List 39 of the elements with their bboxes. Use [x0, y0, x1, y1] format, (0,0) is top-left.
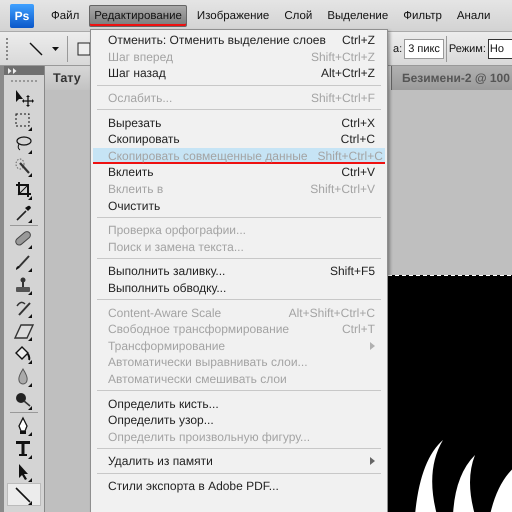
menu-item[interactable]: Выполнить обводку... — [93, 280, 385, 296]
menu-title[interactable]: Файл — [46, 4, 84, 26]
quick-selection-icon — [13, 156, 35, 176]
menu-title[interactable]: Изображение — [192, 4, 274, 26]
menu-item[interactable]: Вклеить Ctrl+V — [93, 164, 385, 181]
weight-field[interactable]: 3 пикс — [404, 38, 444, 58]
marquee-icon — [13, 110, 35, 130]
menu-item[interactable]: Стили экспорта в Adobe PDF... — [93, 478, 385, 494]
type-icon — [13, 438, 35, 458]
menu-item[interactable]: Определить кисть... — [93, 395, 385, 412]
menu-item[interactable]: Выполнить заливку... Shift+F5 — [93, 263, 385, 280]
mode-dropdown[interactable]: Но — [488, 38, 512, 58]
menu-item[interactable]: Определить узор... — [93, 412, 385, 428]
mode-label: Режим: — [448, 42, 486, 54]
menu-item[interactable]: Шаг назад Alt+Ctrl+Z — [93, 65, 385, 82]
caret-icon — [52, 46, 59, 50]
menu-title[interactable]: Анали — [452, 4, 496, 26]
menu-title[interactable]: Выделение — [322, 4, 394, 26]
menu-item[interactable]: Вырезать Ctrl+X — [93, 114, 385, 131]
menu-title[interactable]: Слой — [279, 4, 318, 26]
menu-item[interactable]: Отменить: Отменить выделение слоев Ctrl+Z — [93, 32, 385, 49]
grip-handle[interactable] — [11, 80, 37, 84]
tool-preset-picker[interactable] — [28, 40, 59, 56]
app-logo[interactable]: Ps — [10, 4, 34, 28]
menu-title[interactable]: Редактирование — [89, 4, 187, 26]
move-icon — [13, 88, 35, 108]
rectangle-icon[interactable] — [76, 40, 92, 56]
menu-item[interactable]: Удалить из памяти — [93, 453, 385, 470]
line-icon — [28, 40, 44, 56]
menu-title[interactable]: Фильтр — [398, 4, 447, 26]
paint-bucket-icon — [13, 344, 35, 364]
stamp-icon — [13, 274, 35, 294]
line-icon — [13, 484, 35, 504]
grip-handle[interactable] — [6, 38, 10, 60]
crop-icon — [13, 180, 35, 200]
tool-button[interactable] — [7, 483, 41, 506]
menu-item[interactable]: Скопировать Ctrl+C — [93, 130, 385, 148]
menu-item[interactable]: Очистить — [93, 197, 385, 214]
weight-label: а: — [393, 42, 402, 54]
